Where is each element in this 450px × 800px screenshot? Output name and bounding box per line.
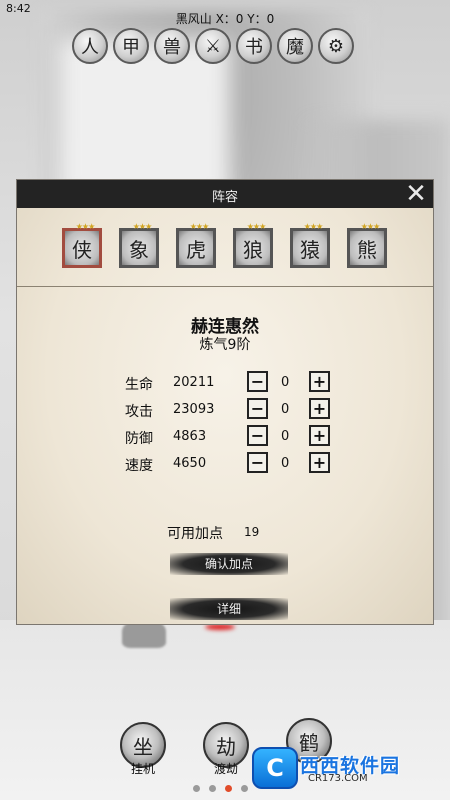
hero-rank: 炼气9阶 (199, 337, 251, 353)
stat-added-points: 0 (281, 429, 290, 444)
stat-row-attack: 攻击 23093 − 0 + (125, 397, 345, 424)
minus-button[interactable]: − (247, 371, 268, 392)
bear-icon: 熊 (357, 237, 377, 262)
book-icon[interactable]: 书 (236, 28, 272, 64)
star-rating: ★★★ (132, 222, 153, 231)
confirm-points-button[interactable]: 确认加点 (170, 553, 288, 575)
ape-icon: 猿 (300, 237, 320, 262)
star-rating: ★★★ (360, 222, 381, 231)
plus-button[interactable]: + (309, 398, 330, 419)
idle-label: 挂机 (130, 762, 155, 776)
red-marker (205, 624, 235, 630)
panel-header: 阵容 ✕ (17, 180, 433, 208)
available-points-value: 19 (244, 525, 260, 539)
watermark: C 西西软件园 CR173.COM (252, 745, 432, 791)
panel-title: 阵容 (211, 190, 238, 205)
page-dot[interactable] (241, 785, 248, 792)
team-slot-elephant[interactable]: ★★★ 象 (119, 222, 159, 268)
plus-button[interactable]: + (309, 452, 330, 473)
stat-added-points: 0 (281, 456, 290, 471)
stat-value: 4863 (173, 429, 207, 444)
plus-button[interactable]: + (309, 425, 330, 446)
stat-value: 23093 (173, 402, 215, 417)
details-button[interactable]: 详细 (170, 598, 288, 620)
page-dot[interactable] (193, 785, 200, 792)
stat-added-points: 0 (281, 375, 290, 390)
page-dot[interactable] (209, 785, 216, 792)
team-slot-tiger[interactable]: ★★★ 虎 (176, 222, 216, 268)
close-icon[interactable]: ✕ (403, 181, 429, 208)
star-rating: ★★★ (189, 222, 210, 231)
team-slot-bear[interactable]: ★★★ 熊 (347, 222, 387, 268)
weapon-icon[interactable]: ⚔ (195, 28, 231, 64)
stats-list: 生命 20211 − 0 + 攻击 23093 − 0 + 防御 4863 − … (125, 370, 345, 478)
meditate-icon: 坐 (133, 734, 153, 759)
stat-label: 攻击 (125, 404, 153, 420)
star-rating: ★★★ (303, 222, 324, 231)
beast-icon[interactable]: 兽 (154, 28, 190, 64)
team-panel: 阵容 ✕ ★★★ 侠 ★★★ 象 ★★★ 虎 ★★★ 狼 ★★★ 猿 ★★★ 熊… (17, 180, 433, 624)
stat-added-points: 0 (281, 402, 290, 417)
stat-label: 速度 (125, 458, 153, 474)
available-points-label: 可用加点 (167, 526, 223, 542)
rock-object (122, 620, 166, 648)
stat-label: 防御 (125, 431, 153, 447)
location-label: 黑风山 X：0 Y：0 (175, 12, 275, 26)
tribulation-label: 渡劫 (213, 762, 238, 776)
plus-button[interactable]: + (309, 371, 330, 392)
stat-row-speed: 速度 4650 − 0 + (125, 451, 345, 478)
minus-button[interactable]: − (247, 425, 268, 446)
team-slot-ape[interactable]: ★★★ 猿 (290, 222, 330, 268)
gear-icon[interactable]: ⚙ (318, 28, 354, 64)
tiger-icon: 虎 (186, 237, 206, 262)
monster-icon[interactable]: 魔 (277, 28, 313, 64)
watermark-url: CR173.COM (308, 773, 368, 784)
elephant-icon: 象 (129, 237, 149, 262)
minus-button[interactable]: − (247, 398, 268, 419)
team-row: ★★★ 侠 ★★★ 象 ★★★ 虎 ★★★ 狼 ★★★ 猿 ★★★ 熊 (62, 222, 392, 278)
watermark-logo: C (252, 747, 298, 789)
page-dot-active[interactable] (225, 785, 232, 792)
wolf-icon: 狼 (243, 237, 263, 262)
stat-value: 4650 (173, 456, 207, 471)
stat-value: 20211 (173, 375, 215, 390)
minus-button[interactable]: − (247, 452, 268, 473)
armor-icon[interactable]: 甲 (113, 28, 149, 64)
stat-row-defense: 防御 4863 − 0 + (125, 424, 345, 451)
stat-row-hp: 生命 20211 − 0 + (125, 370, 345, 397)
stat-label: 生命 (125, 377, 153, 393)
warrior-icon: 侠 (72, 237, 92, 262)
top-menu: 人 甲 兽 ⚔ 书 魔 ⚙ (72, 28, 382, 68)
star-rating: ★★★ (75, 222, 96, 231)
tribulation-icon: 劫 (216, 734, 236, 759)
star-rating: ★★★ (246, 222, 267, 231)
divider (17, 286, 433, 287)
panel-body: ★★★ 侠 ★★★ 象 ★★★ 虎 ★★★ 狼 ★★★ 猿 ★★★ 熊 赫连惠然… (17, 208, 433, 624)
character-icon[interactable]: 人 (72, 28, 108, 64)
team-slot-wolf[interactable]: ★★★ 狼 (233, 222, 273, 268)
team-slot-warrior[interactable]: ★★★ 侠 (62, 222, 102, 268)
